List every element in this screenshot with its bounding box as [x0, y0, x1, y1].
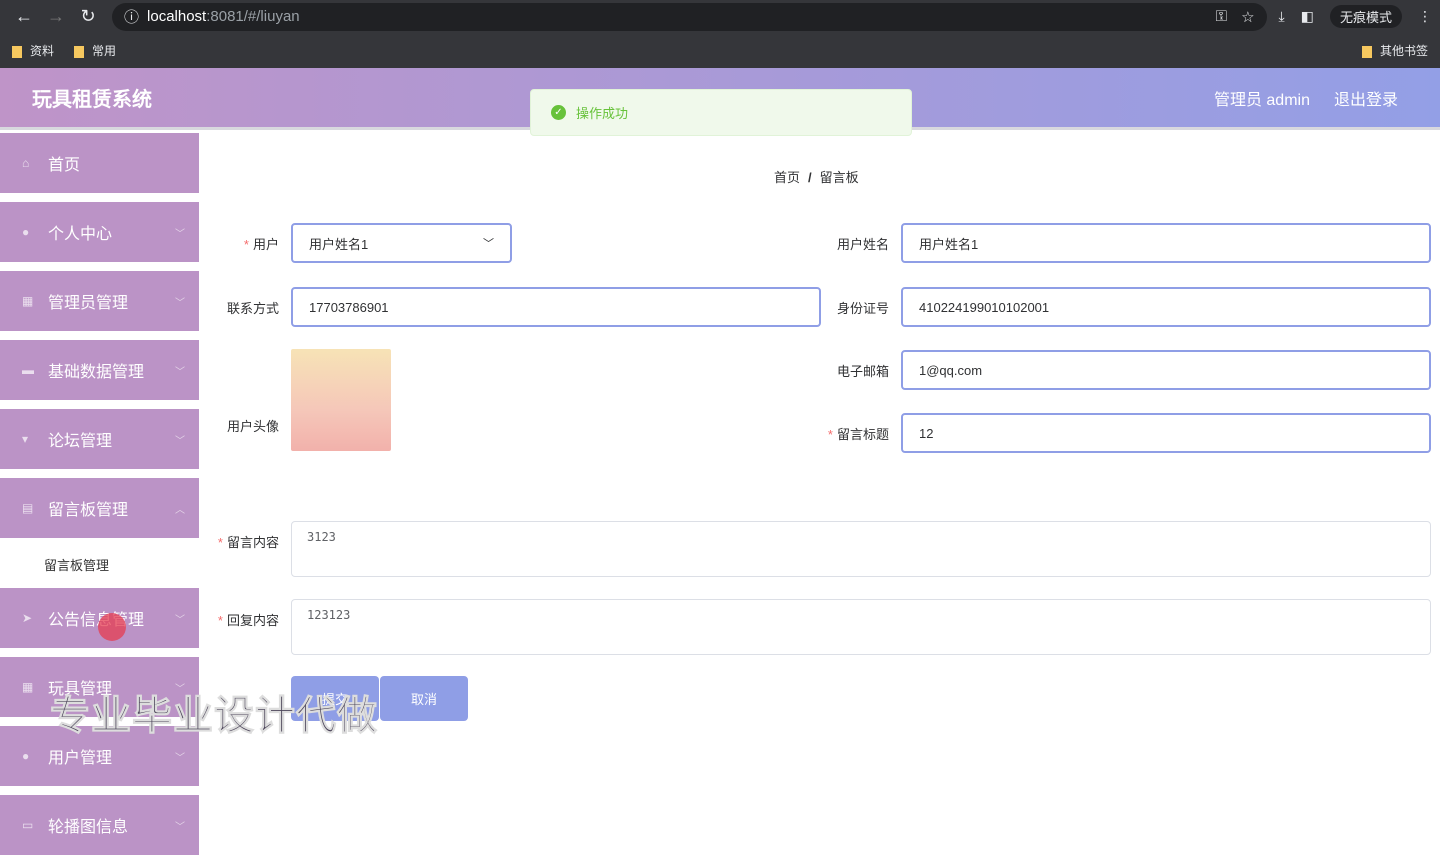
sidebar-item-label: 轮播图信息 [48, 819, 129, 836]
email-label: 电子邮箱 [836, 364, 889, 379]
menu-icon[interactable]: ⋮ [1418, 8, 1432, 25]
send-icon: ➤ [22, 611, 33, 625]
click-indicator [98, 613, 126, 641]
image-icon: ▭ [22, 818, 34, 832]
star-icon[interactable]: ☆ [1241, 8, 1254, 26]
sidebar-item-profile[interactable]: ● 个人中心 ﹀ [0, 202, 199, 264]
home-icon: ⌂ [22, 156, 30, 170]
username-input[interactable]: 用户姓名1 [901, 223, 1431, 263]
sidebar-item-forum[interactable]: ▾ 论坛管理 ﹀ [0, 409, 199, 471]
breadcrumb-separator: / [808, 170, 812, 185]
sidebar-subitem-messageboard[interactable]: 留言板管理 [0, 540, 199, 588]
title-input[interactable]: 12 [901, 413, 1431, 453]
main-content: 首页 / 留言板 * 用户 用户姓名1 ﹀ 用户姓名 用户姓名1 联系方式 177037… [199, 133, 1440, 832]
sidebar-item-carousel[interactable]: ▭ 轮播图信息 ﹀ [0, 795, 199, 857]
sidebar-item-label: 首页 [48, 157, 81, 174]
cancel-button[interactable]: 取消 [380, 676, 468, 721]
folder-icon [12, 45, 22, 58]
chevron-down-icon: ﹀ [175, 821, 185, 833]
grid-icon: ▦ [22, 294, 34, 308]
forum-icon: ▾ [22, 432, 29, 446]
key-icon[interactable]: ⚿ [1216, 8, 1227, 25]
chevron-down-icon: ﹀ [175, 297, 185, 309]
folder-icon [74, 45, 85, 58]
bookmark-folder[interactable]: 资料 [12, 42, 54, 59]
folder-icon [1361, 45, 1372, 58]
forward-icon[interactable]: → [40, 6, 72, 27]
user-select-value: 用户姓名1 [309, 236, 369, 252]
chat-icon: ▬ [22, 363, 34, 377]
clipboard-icon: ▤ [22, 501, 34, 515]
toast-message: 操作成功 [576, 106, 629, 121]
phone-label: 联系方式 [226, 301, 279, 316]
chevron-down-icon: ﹀ [175, 614, 185, 626]
logout-link[interactable]: 退出登录 [1334, 86, 1398, 110]
check-icon: ✓ [551, 105, 566, 120]
sidebar-item-home[interactable]: ⌂ 首页 [0, 133, 199, 195]
user-icon: ● [22, 225, 30, 239]
sidebar-item-admin[interactable]: ▦ 管理员管理 ﹀ [0, 271, 199, 333]
sidebar-item-label: 管理员管理 [48, 295, 129, 312]
watermark: 专业毕业设计代做 [50, 694, 378, 739]
content-textarea[interactable]: 3123 [291, 521, 1431, 577]
back-icon[interactable]: ← [8, 6, 40, 27]
success-toast: ✓ 操作成功 [530, 89, 912, 136]
sidebar-item-label: 论坛管理 [48, 433, 113, 450]
app-title: 玩具租赁系统 [32, 89, 152, 111]
chevron-down-icon: ﹀ [175, 228, 185, 240]
content-label: * 留言内容 [217, 535, 279, 550]
bookmark-folder[interactable]: 常用 [74, 42, 116, 59]
bookmark-label: 常用 [92, 44, 117, 58]
username-label: 用户姓名 [836, 237, 889, 252]
sidebar-item-label: 基础数据管理 [48, 364, 145, 381]
phone-input[interactable]: 17703786901 [291, 287, 821, 327]
sidebar-item-label: 个人中心 [48, 226, 113, 243]
incognito-badge[interactable]: 无痕模式 [1329, 5, 1402, 28]
sidebar-item-label: 公告信息管理 [48, 612, 145, 629]
sidepanel-icon[interactable]: ◧ [1301, 8, 1314, 25]
breadcrumb-current: 留言板 [819, 170, 859, 185]
id-number-input[interactable]: 410224199010102001 [901, 287, 1431, 327]
url-path: :8081/#/liuyan [206, 8, 300, 25]
user-select[interactable]: 用户姓名1 ﹀ [291, 223, 512, 263]
breadcrumb-home[interactable]: 首页 [774, 170, 800, 185]
user-icon: ● [22, 749, 30, 763]
sidebar-item-messageboard[interactable]: ▤ 留言板管理 ︿ [0, 478, 199, 540]
bookmark-label: 资料 [30, 44, 55, 58]
chevron-down-icon: ﹀ [175, 435, 185, 447]
browser-chrome: ← → ↻ ⓘ localhost:8081/#/liuyan ⚿ ☆ ⤓ ◧ 无痕模式 ⋮… [0, 0, 1440, 68]
user-label: * 用户 [243, 237, 279, 252]
email-input[interactable]: 1@qq.com [901, 350, 1431, 390]
reply-textarea[interactable]: 123123 [291, 599, 1431, 655]
title-label: * 留言标题 [827, 427, 889, 442]
reload-icon[interactable]: ↻ [72, 6, 104, 27]
reply-label: * 回复内容 [217, 613, 279, 628]
address-bar[interactable]: ⓘ localhost:8081/#/liuyan ⚿ ☆ [112, 2, 1267, 31]
chevron-up-icon: ︿ [175, 504, 185, 516]
sidebar-item-label: 留言板管理 [48, 502, 129, 519]
url-host: localhost [147, 8, 207, 25]
user-avatar-image[interactable] [291, 349, 391, 451]
id-label: 身份证号 [836, 301, 889, 316]
chevron-down-icon: ﹀ [175, 366, 185, 378]
chevron-down-icon: ﹀ [483, 238, 494, 250]
apps-icon: ▦ [22, 680, 34, 694]
bookmark-label: 其他书签 [1379, 44, 1428, 58]
avatar-label: 用户头像 [226, 419, 279, 434]
chevron-down-icon: ﹀ [175, 752, 185, 764]
sidebar-item-label: 用户管理 [48, 750, 113, 767]
current-user: 管理员 admin [1213, 91, 1310, 109]
download-icon[interactable]: ⤓ [1279, 8, 1285, 25]
other-bookmarks[interactable]: 其他书签 [1361, 42, 1428, 59]
breadcrumb: 首页 / 留言板 [774, 167, 859, 186]
sidebar-item-basedata[interactable]: ▬ 基础数据管理 ﹀ [0, 340, 199, 402]
